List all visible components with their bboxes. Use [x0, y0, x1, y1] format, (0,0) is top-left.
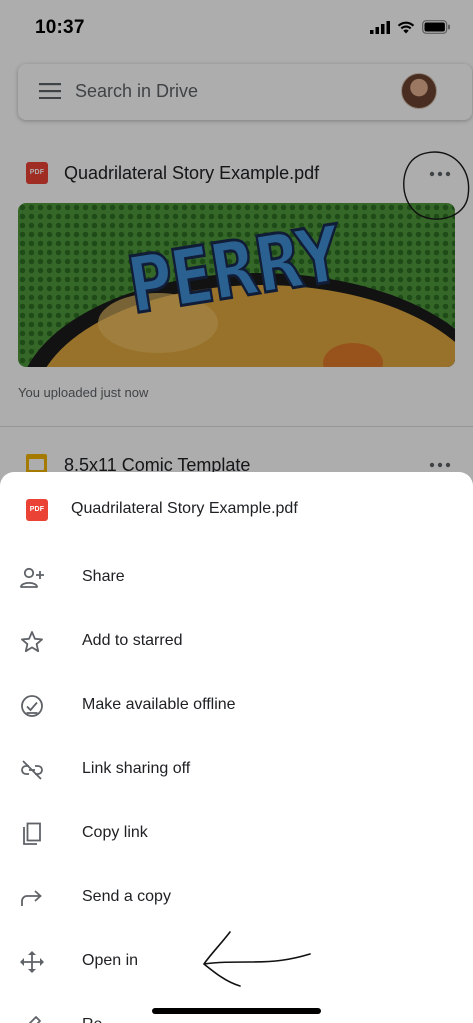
- send-arrow-icon: [21, 890, 42, 906]
- home-indicator[interactable]: [152, 1008, 321, 1014]
- menu-item-share[interactable]: Share: [0, 546, 473, 610]
- menu-item-copy-link[interactable]: Copy link: [0, 802, 473, 866]
- menu-item-link-sharing[interactable]: Link sharing off: [0, 738, 473, 802]
- pdf-file-icon: PDF: [26, 499, 48, 521]
- pencil-icon: [28, 1016, 41, 1023]
- sheet-file-title: Quadrilateral Story Example.pdf: [71, 500, 298, 517]
- add-person-icon: [20, 567, 44, 588]
- file-actions-sheet: PDF Quadrilateral Story Example.pdf Shar…: [0, 472, 473, 1023]
- menu-item-add-to-starred[interactable]: Add to starred: [0, 610, 473, 674]
- menu-item-label: Share: [82, 568, 125, 585]
- menu-item-send-a-copy[interactable]: Send a copy: [0, 866, 473, 930]
- menu-item-label: Open in: [82, 952, 139, 969]
- menu-item-label: Add to starred: [82, 632, 183, 649]
- menu-item-open-in[interactable]: Open in: [0, 930, 473, 994]
- copy-icon: [23, 822, 41, 845]
- star-icon: [21, 631, 43, 653]
- menu-item-label: Link sharing off: [82, 760, 191, 777]
- menu-item-label: Make available offline: [82, 696, 236, 713]
- menu-item-label: Copy link: [82, 824, 148, 841]
- menu-item-label: Send a copy: [82, 888, 171, 905]
- menu-item-make-available-offline[interactable]: Make available offline: [0, 674, 473, 738]
- menu-item-label: Re: [82, 1016, 102, 1023]
- move-arrows-icon: [20, 951, 44, 973]
- offline-check-icon: [21, 695, 43, 717]
- sheet-header: PDF Quadrilateral Story Example.pdf: [0, 490, 473, 530]
- link-off-icon: [21, 760, 43, 780]
